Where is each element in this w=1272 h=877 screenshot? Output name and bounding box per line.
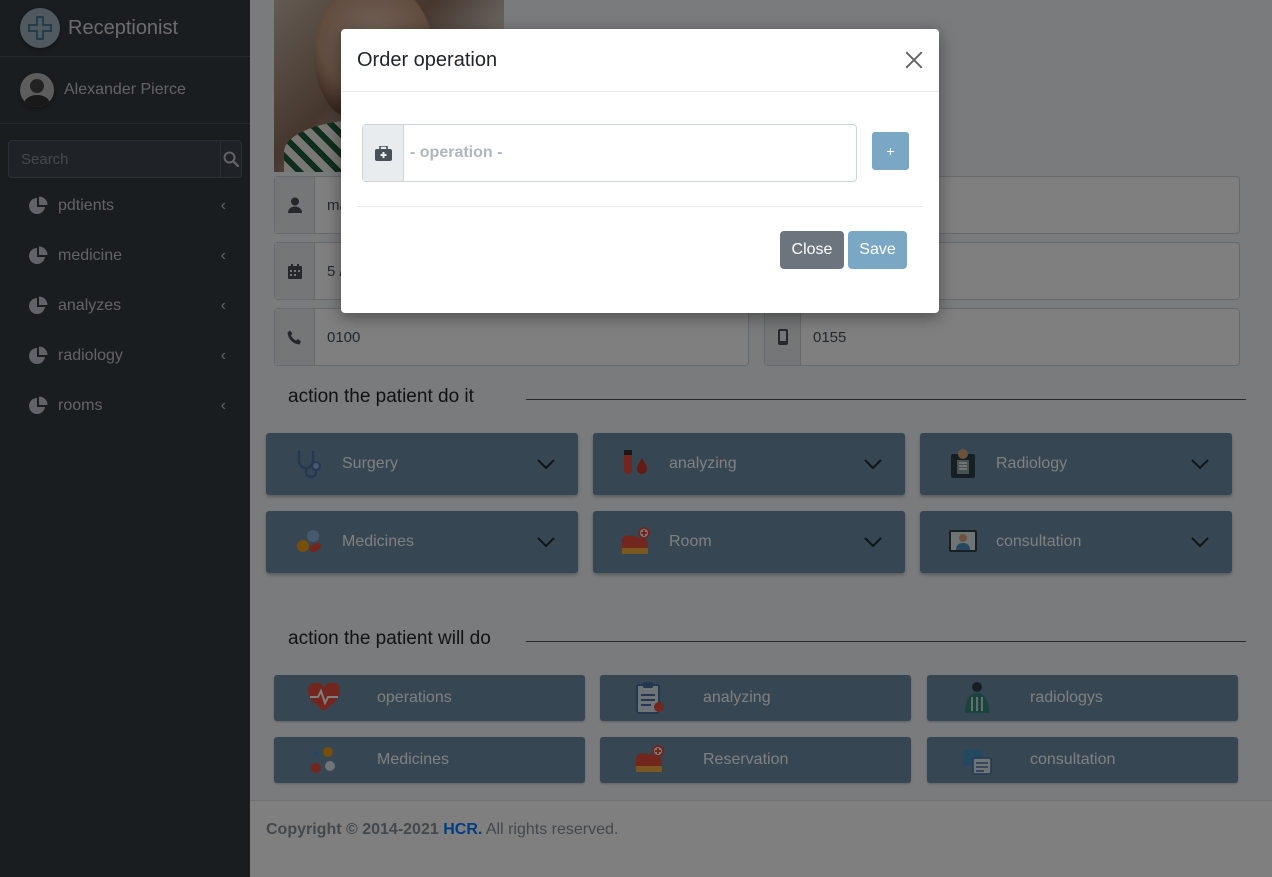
- add-operation-button[interactable]: +: [872, 132, 909, 170]
- operation-placeholder: - operation -: [410, 144, 503, 161]
- order-operation-modal: Order operation - operation - + Close Sa…: [341, 29, 939, 313]
- modal-header: Order operation: [341, 29, 939, 92]
- modal-title: Order operation: [357, 48, 498, 71]
- modal-divider: [357, 206, 923, 207]
- close-button[interactable]: Close: [780, 231, 844, 269]
- save-button[interactable]: Save: [848, 231, 907, 269]
- close-icon[interactable]: [903, 49, 925, 71]
- operation-select[interactable]: - operation -: [362, 124, 857, 182]
- medical-kit-icon: [363, 125, 404, 181]
